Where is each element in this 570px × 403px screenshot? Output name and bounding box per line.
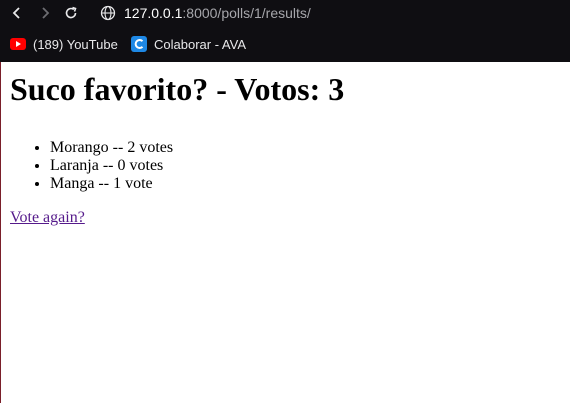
vote-again-link[interactable]: Vote again? <box>10 209 85 227</box>
reload-button[interactable] <box>62 4 80 22</box>
site-info-icon[interactable] <box>100 5 116 21</box>
colaborar-icon <box>131 36 147 52</box>
bookmark-colaborar[interactable]: Colaborar - AVA <box>131 35 246 53</box>
back-button[interactable] <box>8 4 26 22</box>
result-item: Manga -- 1 vote <box>50 175 173 193</box>
page-content: Suco favorito? - Votos: 3 Morango -- 2 v… <box>0 62 570 403</box>
url-host: 127.0.0.1 <box>124 5 183 21</box>
forward-icon <box>42 7 50 19</box>
page-title: Suco favorito? - Votos: 3 <box>10 71 345 107</box>
result-item: Laranja -- 0 votes <box>50 157 173 175</box>
results-list: Morango -- 2 votes Laranja -- 0 votes Ma… <box>10 139 173 193</box>
url-path: :8000/polls/1/results/ <box>182 5 311 21</box>
bookmarks-bar: (189) YouTube Colaborar - AVA <box>0 32 570 56</box>
browser-chrome: 127.0.0.1:8000/polls/1/results/ (189) Yo… <box>0 0 570 62</box>
result-item: Morango -- 2 votes <box>50 139 173 157</box>
youtube-icon <box>10 38 26 50</box>
bookmark-youtube[interactable]: (189) YouTube <box>10 35 118 53</box>
bookmark-label: Colaborar - AVA <box>154 36 247 52</box>
bookmark-label: (189) YouTube <box>33 36 118 52</box>
reload-icon <box>65 6 77 19</box>
address-bar[interactable]: 127.0.0.1:8000/polls/1/results/ <box>100 3 311 23</box>
back-icon <box>12 7 20 19</box>
browser-toolbar: 127.0.0.1:8000/polls/1/results/ <box>0 0 570 28</box>
forward-button[interactable] <box>36 4 54 22</box>
